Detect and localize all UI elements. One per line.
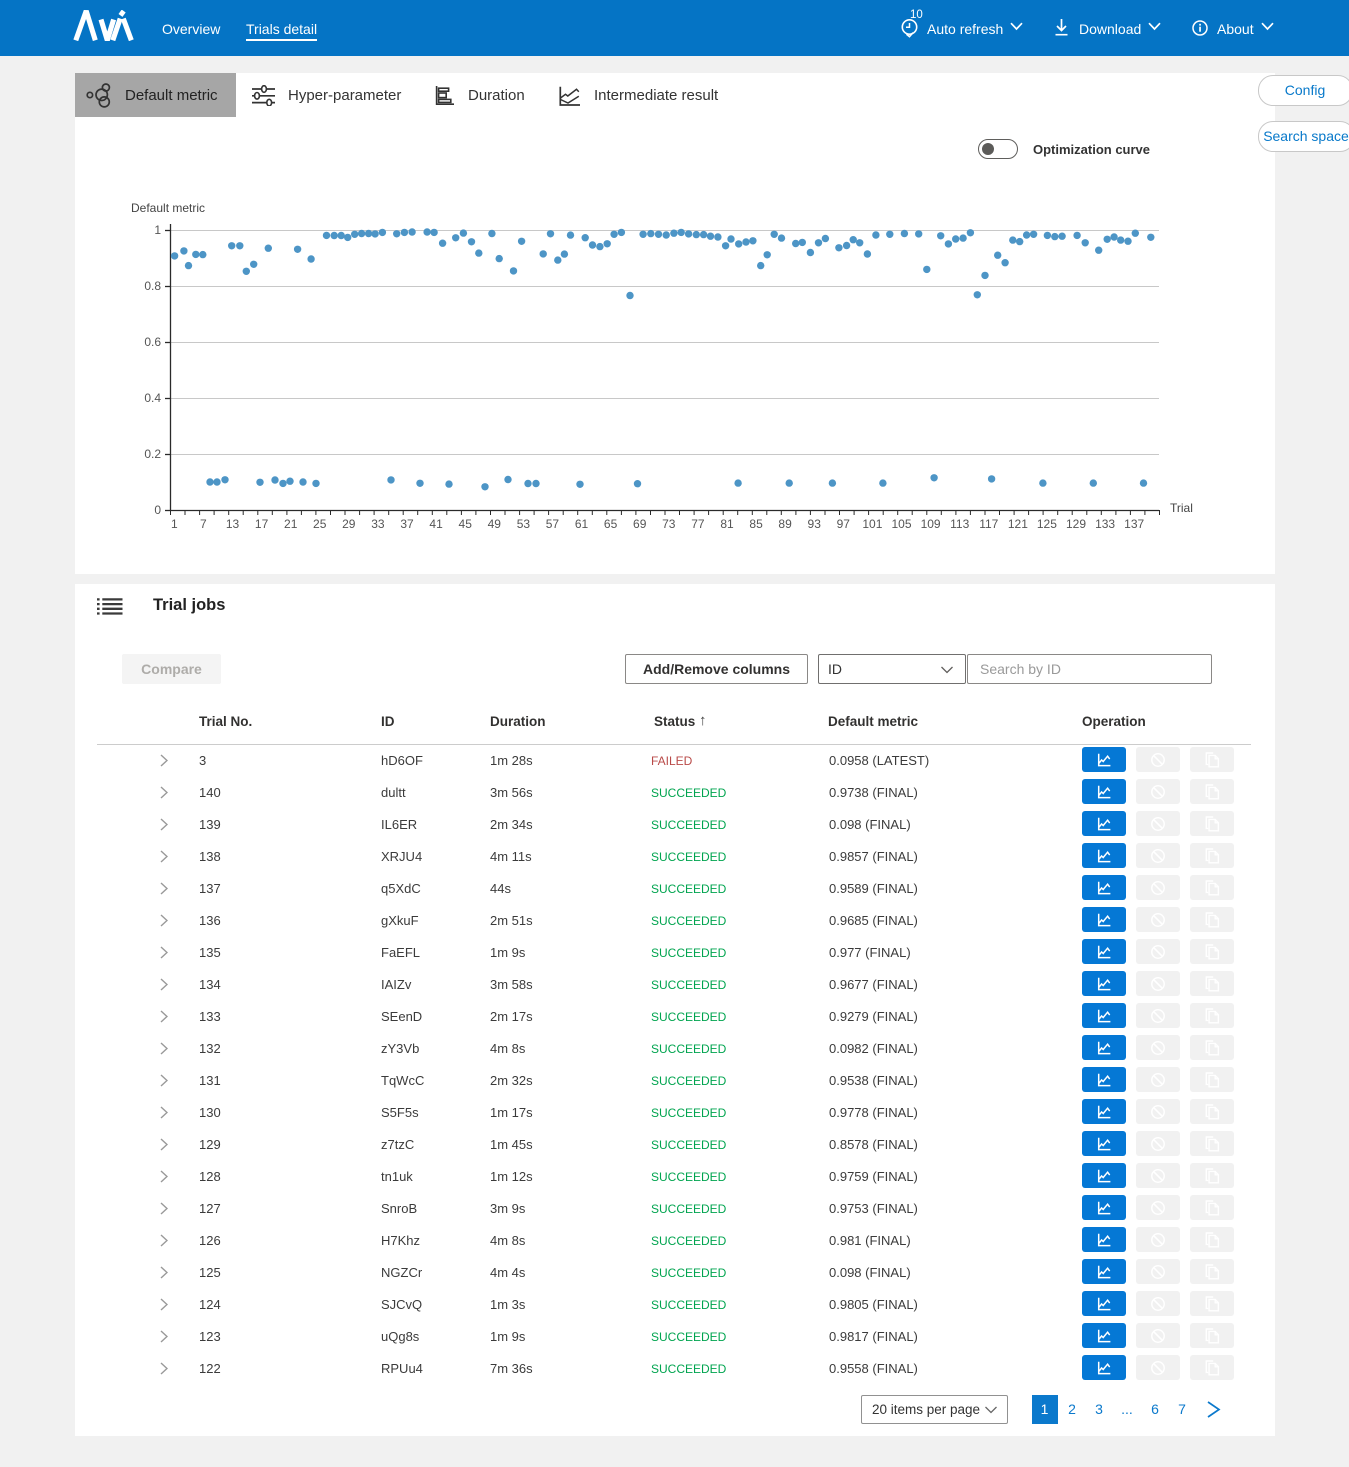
svg-text:0: 0 — [154, 503, 161, 517]
svg-text:65: 65 — [604, 517, 618, 531]
svg-text:7: 7 — [200, 517, 207, 531]
svg-text:81: 81 — [720, 517, 734, 531]
svg-text:125: 125 — [1037, 517, 1057, 531]
svg-text:53: 53 — [517, 517, 531, 531]
svg-text:1: 1 — [171, 517, 178, 531]
svg-text:0.6: 0.6 — [144, 335, 161, 349]
svg-text:101: 101 — [862, 517, 882, 531]
svg-text:45: 45 — [459, 517, 473, 531]
svg-text:25: 25 — [313, 517, 327, 531]
svg-text:97: 97 — [837, 517, 851, 531]
svg-text:Trial: Trial — [1170, 501, 1193, 515]
svg-text:1: 1 — [154, 223, 161, 237]
svg-text:117: 117 — [979, 517, 998, 531]
svg-text:109: 109 — [921, 517, 941, 531]
svg-text:0.8: 0.8 — [144, 279, 161, 293]
svg-text:89: 89 — [778, 517, 792, 531]
svg-text:113: 113 — [950, 517, 969, 531]
svg-text:17: 17 — [255, 517, 269, 531]
svg-text:73: 73 — [662, 517, 676, 531]
svg-text:0.4: 0.4 — [144, 391, 161, 405]
svg-text:13: 13 — [226, 517, 240, 531]
svg-text:77: 77 — [691, 517, 705, 531]
svg-text:105: 105 — [891, 517, 911, 531]
svg-text:61: 61 — [575, 517, 589, 531]
svg-text:121: 121 — [1008, 517, 1028, 531]
svg-text:133: 133 — [1095, 517, 1115, 531]
svg-text:69: 69 — [633, 517, 647, 531]
svg-text:57: 57 — [546, 517, 560, 531]
svg-text:33: 33 — [371, 517, 385, 531]
svg-text:Default metric: Default metric — [131, 201, 205, 215]
svg-text:49: 49 — [488, 517, 502, 531]
svg-text:37: 37 — [400, 517, 414, 531]
svg-text:41: 41 — [429, 517, 443, 531]
svg-text:85: 85 — [749, 517, 763, 531]
svg-text:129: 129 — [1066, 517, 1086, 531]
svg-text:137: 137 — [1124, 517, 1144, 531]
svg-text:21: 21 — [284, 517, 298, 531]
svg-text:0.2: 0.2 — [144, 447, 161, 461]
svg-text:29: 29 — [342, 517, 356, 531]
svg-text:93: 93 — [808, 517, 822, 531]
